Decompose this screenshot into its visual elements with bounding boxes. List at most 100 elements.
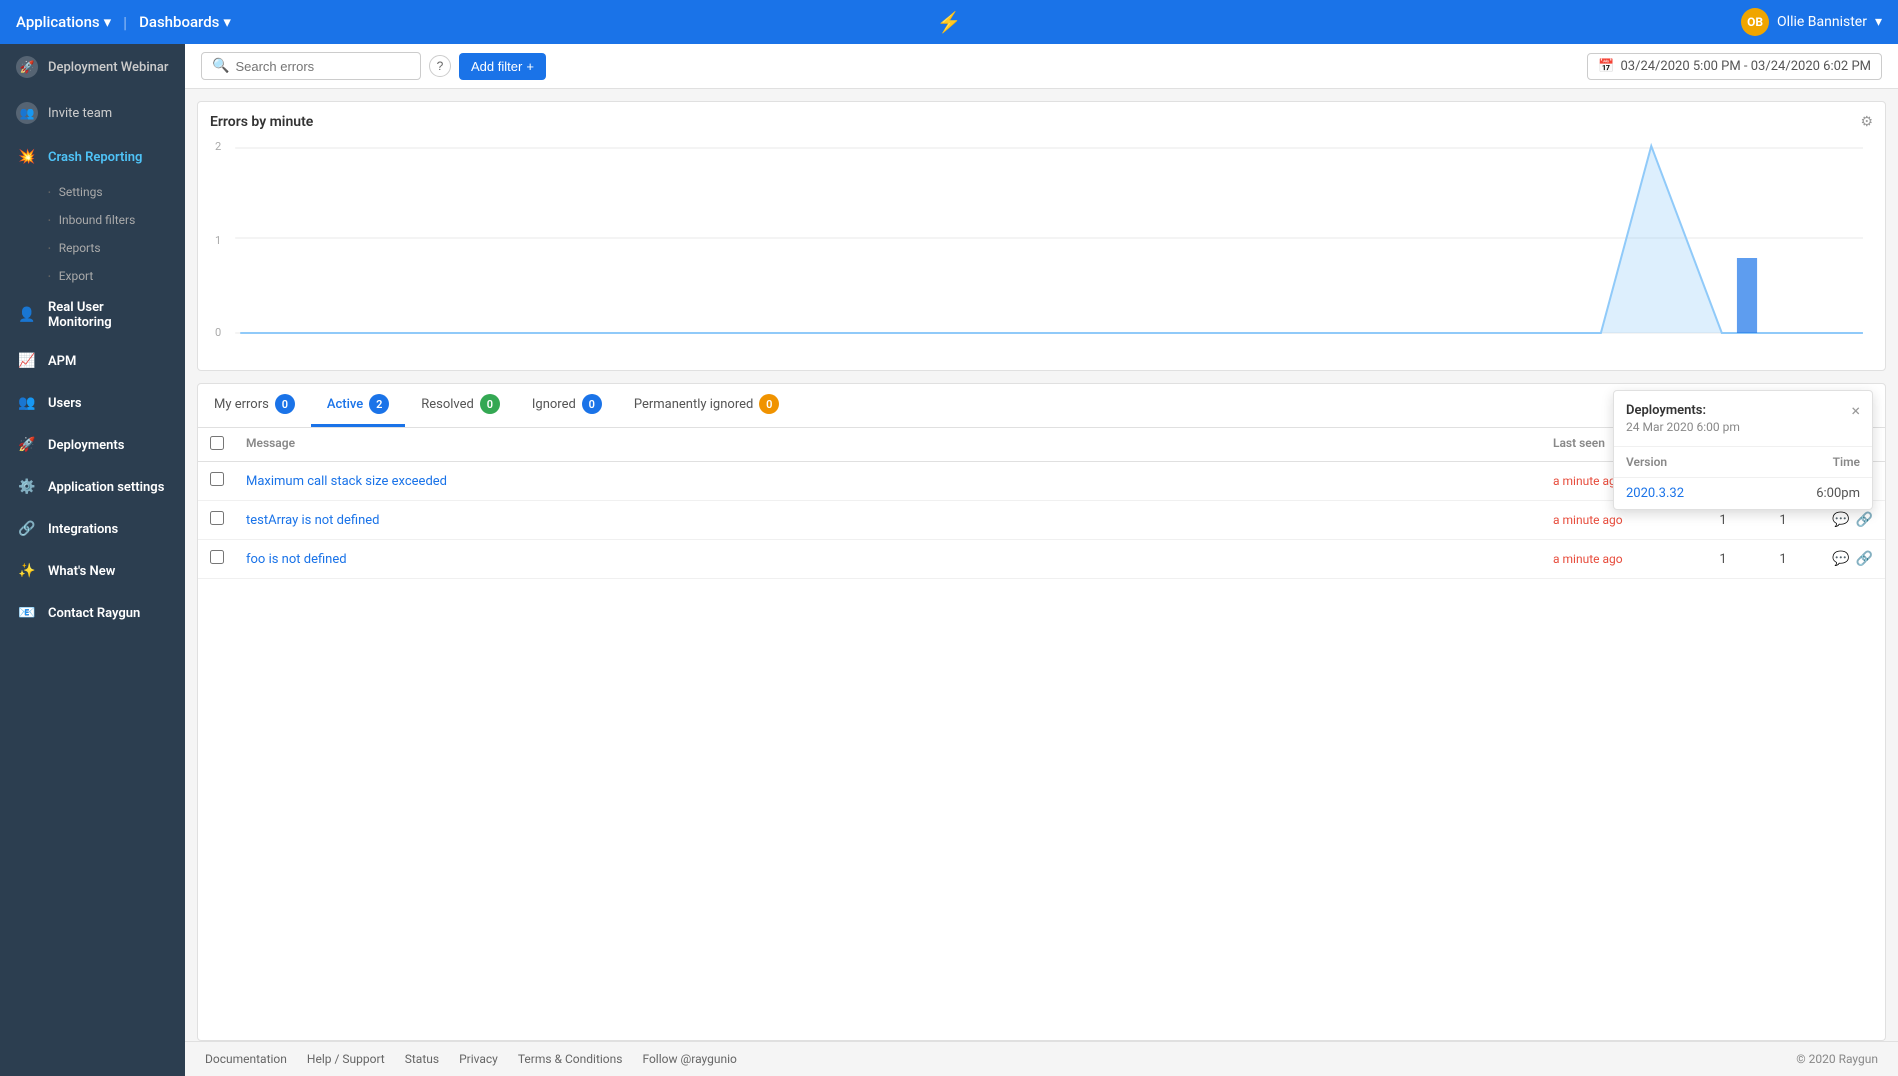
tab-permanently-ignored[interactable]: Permanently ignored 0 (618, 384, 796, 427)
footer-link-twitter[interactable]: Follow @raygunio (642, 1052, 736, 1066)
popup-version[interactable]: 2020.3.32 (1614, 478, 1755, 510)
footer-link-terms[interactable]: Terms & Conditions (518, 1052, 623, 1066)
dashboards-label: Dashboards (139, 13, 219, 31)
dashboards-menu[interactable]: Dashboards ▾ (139, 13, 231, 31)
deployment-webinar-icon: 🚀 (16, 56, 38, 78)
error-link-3[interactable]: foo is not defined (246, 552, 1553, 567)
export-label: Export (59, 269, 94, 283)
apm-icon: 📈 (16, 350, 38, 372)
applications-menu[interactable]: Applications ▾ (16, 13, 111, 31)
sidebar-subitem-export[interactable]: Export (0, 262, 185, 290)
chart-gear-icon[interactable]: ⚙ (1860, 114, 1873, 130)
tab-ignored-badge: 0 (582, 394, 602, 414)
app-settings-icon: ⚙️ (16, 476, 38, 498)
app-settings-label: Application settings (48, 480, 164, 495)
footer-link-status[interactable]: Status (405, 1052, 439, 1066)
sidebar-item-app-settings[interactable]: ⚙️ Application settings (0, 466, 185, 508)
svg-text:2: 2 (215, 140, 221, 153)
tab-resolved[interactable]: Resolved 0 (405, 384, 516, 427)
add-filter-label: Add filter (471, 59, 522, 74)
chart-section: Errors by minute ⚙ 2 1 0 (197, 101, 1886, 371)
footer-link-help[interactable]: Help / Support (307, 1052, 385, 1066)
search-box[interactable]: 🔍 (201, 52, 421, 80)
dashboards-chevron: ▾ (223, 13, 231, 31)
search-input[interactable] (235, 59, 410, 74)
sidebar-subitem-reports[interactable]: Reports (0, 234, 185, 262)
row-actions-3: 💬 🔗 (1813, 551, 1873, 567)
footer: Documentation Help / Support Status Priv… (185, 1041, 1898, 1076)
tab-active[interactable]: Active 2 (311, 384, 405, 427)
select-all-checkbox[interactable] (210, 436, 224, 450)
whats-new-label: What's New (48, 564, 115, 579)
lightning-button[interactable]: ⚡ (937, 10, 962, 34)
errors-table: Message Last seen Maximum call stack siz… (197, 428, 1886, 1041)
last-seen-3: a minute ago (1553, 552, 1693, 566)
svg-text:0: 0 (215, 326, 221, 338)
deployments-label: Deployments (48, 438, 124, 453)
sidebar-item-invite-team[interactable]: 👥 Invite team (0, 90, 185, 136)
tab-active-badge: 2 (369, 394, 389, 414)
footer-link-docs[interactable]: Documentation (205, 1052, 287, 1066)
tab-ignored[interactable]: Ignored 0 (516, 384, 618, 427)
row-checkbox[interactable] (210, 472, 246, 490)
help-button[interactable]: ? (429, 55, 451, 77)
link-icon-3[interactable]: 🔗 (1856, 551, 1873, 567)
popup-title: Deployments: (1626, 403, 1740, 418)
user-chevron: ▾ (1875, 14, 1882, 30)
applications-label: Applications (16, 13, 100, 31)
user-name: Ollie Bannister (1777, 14, 1867, 30)
link-icon[interactable]: 🔗 (1856, 512, 1873, 528)
sidebar-item-users[interactable]: 👥 Users (0, 382, 185, 424)
errors-chart: 2 1 0 5:00 pm 5:05 pm 5:10 pm 5:15 pm (210, 138, 1873, 338)
count2-3: 1 (1753, 552, 1813, 567)
row-checkbox-3[interactable] (210, 550, 246, 568)
inbound-filters-label: Inbound filters (59, 213, 136, 227)
popup-close-button[interactable]: × (1851, 403, 1860, 419)
sidebar-item-crash-reporting[interactable]: 💥 Crash Reporting (0, 136, 185, 178)
users-label: Users (48, 396, 82, 411)
comment-icon[interactable]: 💬 (1832, 512, 1849, 528)
version-link[interactable]: 2020.3.32 (1626, 486, 1684, 501)
applications-chevron: ▾ (104, 13, 112, 31)
tab-my-errors[interactable]: My errors 0 (198, 384, 311, 427)
footer-link-privacy[interactable]: Privacy (459, 1052, 498, 1066)
invite-team-label: Invite team (48, 106, 112, 121)
error-link-1[interactable]: Maximum call stack size exceeded (246, 474, 1553, 489)
row-checkbox-2[interactable] (210, 511, 246, 529)
contact-label: Contact Raygun (48, 606, 140, 621)
last-seen-2: a minute ago (1553, 513, 1693, 527)
date-range-picker[interactable]: 📅 03/24/2020 5:00 PM - 03/24/2020 6:02 P… (1587, 53, 1882, 80)
user-menu[interactable]: OB Ollie Bannister ▾ (1741, 8, 1882, 36)
chart-title: Errors by minute (210, 114, 313, 130)
sidebar-subitem-settings[interactable]: Settings (0, 178, 185, 206)
sidebar-item-rum[interactable]: 👤 Real User Monitoring (0, 290, 185, 340)
svg-text:1: 1 (215, 234, 221, 247)
deployments-icon: 🚀 (16, 434, 38, 456)
tab-my-errors-label: My errors (214, 397, 269, 412)
sidebar-item-apm[interactable]: 📈 APM (0, 340, 185, 382)
sidebar-app-name: Deployment Webinar (48, 60, 168, 75)
sidebar-item-deployment-webinar[interactable]: 🚀 Deployment Webinar (0, 44, 185, 90)
popup-table: Version Time 2020.3.32 6:00pm (1614, 447, 1872, 509)
sidebar-item-integrations[interactable]: 🔗 Integrations (0, 508, 185, 550)
sidebar-item-whats-new[interactable]: ✨ What's New (0, 550, 185, 592)
add-filter-button[interactable]: Add filter + (459, 53, 546, 80)
tab-resolved-label: Resolved (421, 397, 474, 412)
plus-icon: + (526, 59, 534, 74)
sidebar-item-contact[interactable]: 📧 Contact Raygun (0, 592, 185, 634)
count2-2: 1 (1753, 513, 1813, 528)
top-nav-left: Applications ▾ | Dashboards ▾ (16, 13, 231, 32)
tab-permanently-ignored-label: Permanently ignored (634, 397, 754, 412)
contact-icon: 📧 (16, 602, 38, 624)
rum-label: Real User Monitoring (48, 300, 169, 330)
error-link-2[interactable]: testArray is not defined (246, 513, 1553, 528)
date-range-text: 03/24/2020 5:00 PM - 03/24/2020 6:02 PM (1620, 59, 1871, 74)
row-actions-2: 💬 🔗 (1813, 512, 1873, 528)
search-icon: 🔍 (212, 58, 229, 74)
comment-icon-3[interactable]: 💬 (1832, 551, 1849, 567)
sidebar-item-deployments[interactable]: 🚀 Deployments (0, 424, 185, 466)
popup-header: Deployments: 24 Mar 2020 6:00 pm × (1614, 391, 1872, 447)
popup-date: 24 Mar 2020 6:00 pm (1626, 420, 1740, 434)
sidebar-subitem-inbound-filters[interactable]: Inbound filters (0, 206, 185, 234)
toolbar: 🔍 ? Add filter + 📅 03/24/2020 5:00 PM - … (185, 44, 1898, 89)
